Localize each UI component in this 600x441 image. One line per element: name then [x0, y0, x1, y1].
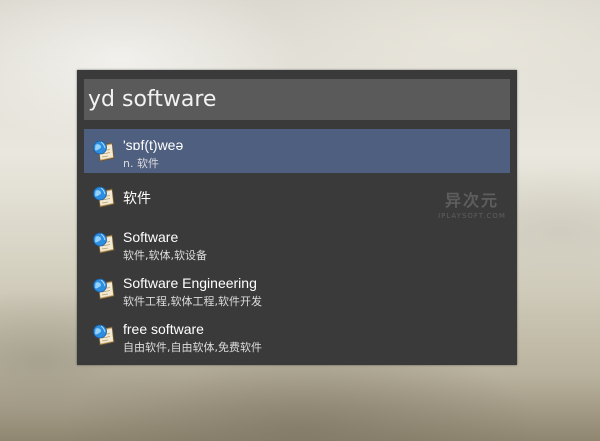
result-item-ruanjian[interactable]: 软件: [84, 175, 510, 219]
dictionary-book-globe-icon: [92, 231, 116, 255]
result-item-software-engineering[interactable]: Software Engineering 软件工程,软体工程,软件开发: [84, 267, 510, 311]
dictionary-book-globe-icon: [92, 323, 116, 347]
result-item-pronunciation[interactable]: 'sɒf(t)weə n. 软件: [84, 129, 510, 173]
search-input[interactable]: yd software: [84, 79, 510, 120]
dictionary-book-globe-icon: [92, 277, 116, 301]
result-item-software[interactable]: Software 软件,软体,软设备: [84, 221, 510, 265]
result-item-free-software[interactable]: free software 自由软件,自由软体,免费软件: [84, 313, 510, 357]
result-title: 'sɒf(t)weə: [123, 137, 184, 153]
result-subtitle: 软件工程,软体工程,软件开发: [123, 295, 262, 308]
dictionary-book-globe-icon: [92, 139, 116, 163]
result-title: 软件: [123, 190, 151, 206]
result-subtitle: 自由软件,自由软体,免费软件: [123, 341, 262, 354]
dictionary-book-globe-icon: [92, 185, 116, 209]
dictionary-popup-panel: yd software 异次元 IPLAYSOFT.COM 'sɒf(t)weə…: [77, 70, 517, 365]
search-query-text: yd software: [88, 87, 217, 112]
result-title: Software Engineering: [123, 275, 257, 291]
result-subtitle: n. 软件: [123, 157, 159, 170]
result-title: Software: [123, 229, 179, 245]
result-subtitle: 软件,软体,软设备: [123, 249, 207, 262]
result-title: free software: [123, 321, 204, 337]
